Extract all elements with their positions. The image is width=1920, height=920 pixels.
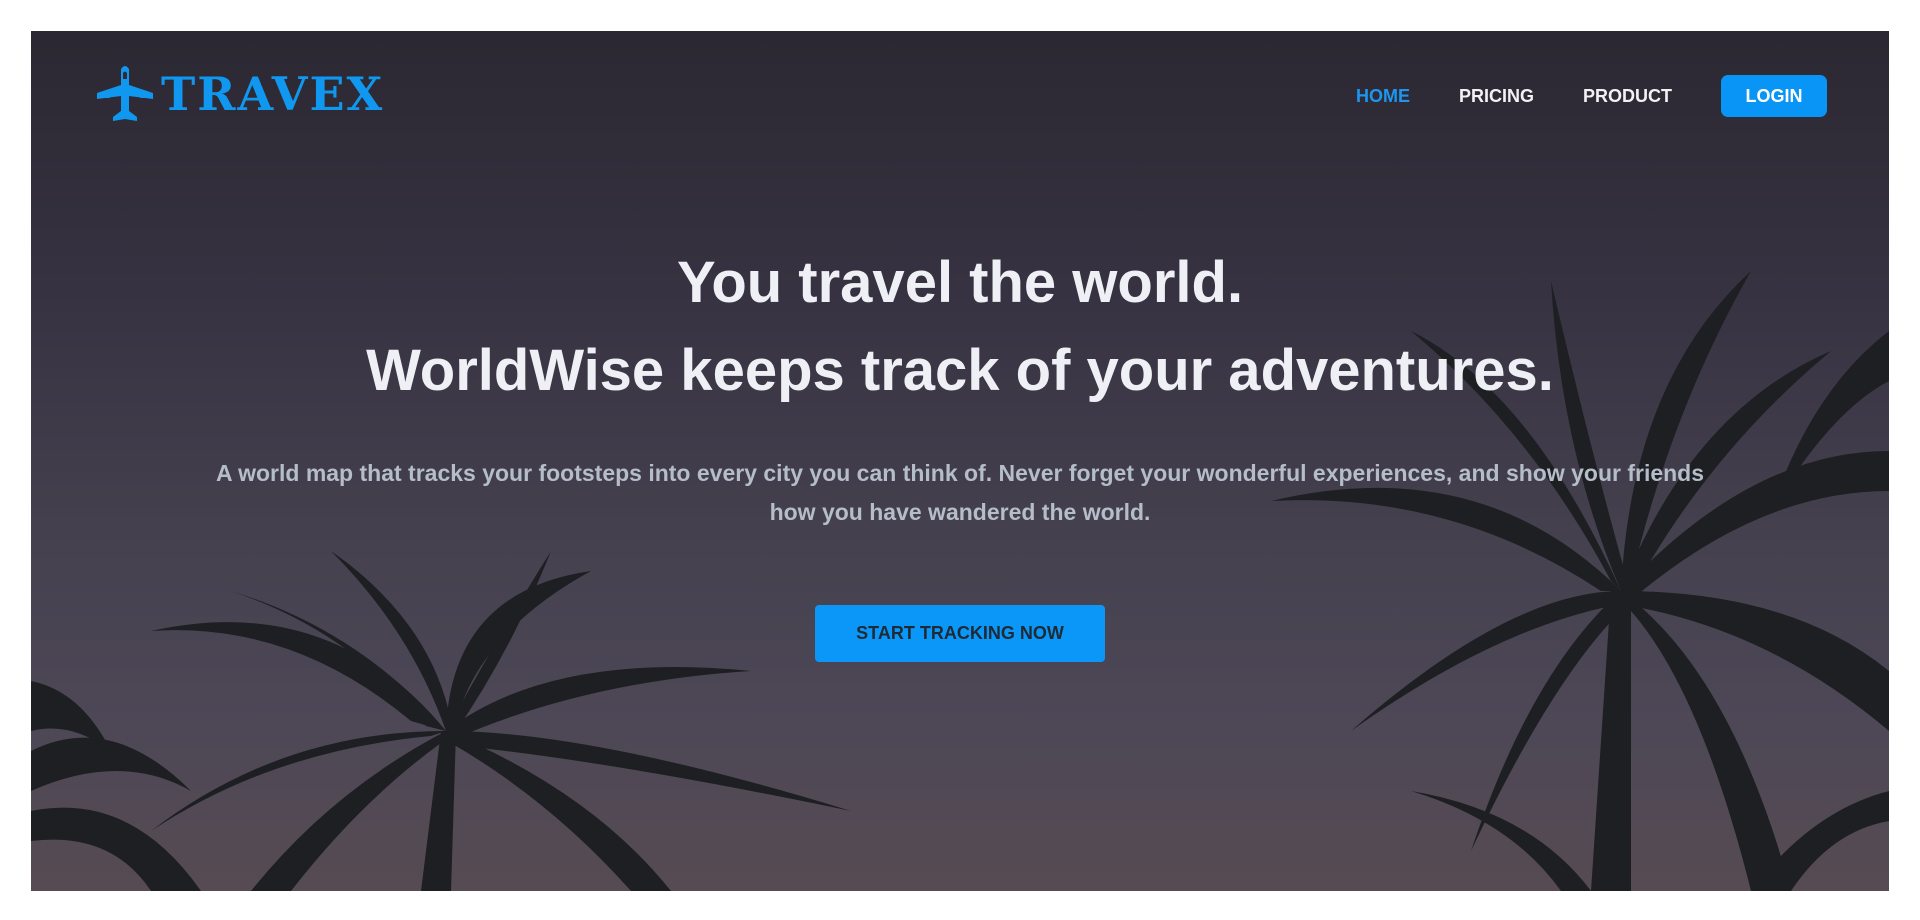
nav-link-product[interactable]: PRODUCT (1583, 86, 1672, 107)
hero-section: TRAVEX HOME PRICING PRODUCT LOGIN You tr… (31, 31, 1889, 891)
hero-heading-line-1: You travel the world. (676, 250, 1244, 315)
hero-subtitle: A world map that tracks your footsteps i… (215, 460, 1705, 525)
brand-logo[interactable]: TRAVEX (95, 63, 384, 125)
start-tracking-button[interactable]: START TRACKING NOW (815, 605, 1105, 662)
nav-link-home[interactable]: HOME (1356, 86, 1410, 107)
hero-heading-line-2: WorldWise keeps track of your adventures… (366, 338, 1554, 403)
nav-links: HOME PRICING PRODUCT LOGIN (1307, 75, 1827, 117)
airplane-icon (97, 66, 153, 121)
nav-link-pricing[interactable]: PRICING (1459, 86, 1534, 107)
brand-name: TRAVEX (161, 67, 385, 121)
login-button[interactable]: LOGIN (1721, 75, 1827, 117)
top-navigation: TRAVEX HOME PRICING PRODUCT LOGIN (31, 31, 1889, 161)
